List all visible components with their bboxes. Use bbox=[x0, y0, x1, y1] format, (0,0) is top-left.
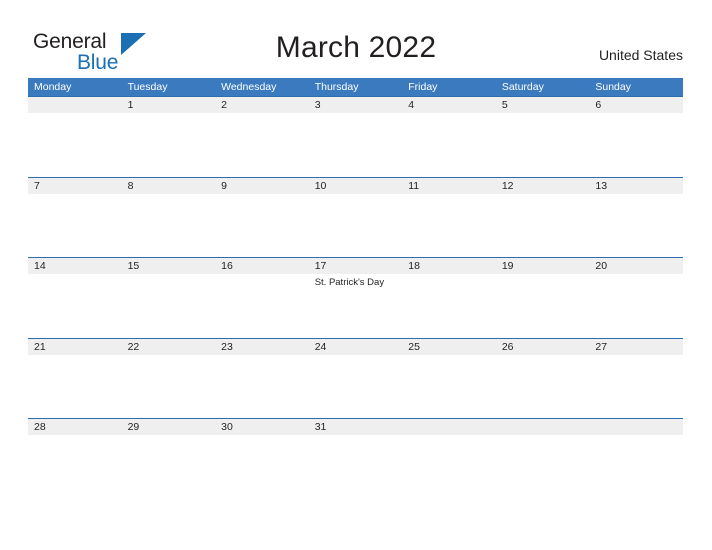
day-number: 25 bbox=[408, 340, 420, 353]
day-cell[interactable]: 20 bbox=[589, 257, 683, 338]
day-number: 18 bbox=[408, 260, 420, 272]
weekday-header-row: Monday Tuesday Wednesday Thursday Friday… bbox=[28, 78, 683, 96]
region-label: United States bbox=[598, 47, 683, 63]
day-number: 16 bbox=[221, 260, 233, 272]
day-cell[interactable]: 19 bbox=[496, 257, 590, 338]
day-number: 29 bbox=[127, 421, 140, 433]
day-number: 11 bbox=[408, 179, 420, 192]
day-number: 5 bbox=[501, 99, 508, 111]
day-number: 4 bbox=[408, 99, 415, 111]
day-cell[interactable]: 30 bbox=[215, 418, 309, 499]
day-cell[interactable] bbox=[496, 418, 590, 499]
day-cell[interactable]: 24 bbox=[309, 338, 403, 419]
day-cell[interactable]: 10 bbox=[309, 177, 403, 258]
day-cell[interactable]: 14 bbox=[28, 257, 122, 338]
day-number: 20 bbox=[595, 260, 608, 272]
day-number: 15 bbox=[127, 260, 140, 272]
week-row: 7 8 9 10 11 12 13 bbox=[28, 176, 683, 258]
day-number: 23 bbox=[221, 340, 233, 353]
day-cell[interactable]: 11 bbox=[402, 177, 496, 258]
day-number bbox=[502, 418, 590, 436]
day-cell[interactable]: 1 bbox=[122, 96, 216, 177]
day-number bbox=[408, 418, 496, 436]
day-cell[interactable]: 13 bbox=[589, 177, 683, 258]
day-cell[interactable] bbox=[589, 418, 683, 499]
day-cell[interactable]: 5 bbox=[496, 96, 590, 177]
day-number: 17 bbox=[314, 260, 327, 272]
day-cell[interactable] bbox=[28, 96, 122, 177]
day-number: 30 bbox=[221, 421, 233, 433]
day-number: 19 bbox=[501, 260, 514, 272]
day-cell[interactable] bbox=[402, 418, 496, 499]
day-cell[interactable]: 17 St. Patrick's Day bbox=[309, 257, 403, 338]
day-number bbox=[34, 96, 122, 114]
day-cell[interactable]: 22 bbox=[122, 338, 216, 419]
day-number: 1 bbox=[127, 99, 134, 111]
day-number bbox=[595, 418, 683, 436]
day-number: 24 bbox=[314, 340, 327, 353]
weekday-header-thursday: Thursday bbox=[314, 81, 359, 93]
day-number: 3 bbox=[314, 99, 321, 111]
week-row: 1 2 3 4 5 6 bbox=[28, 96, 683, 177]
day-number: 13 bbox=[595, 179, 608, 192]
day-number: 2 bbox=[221, 99, 227, 111]
day-number: 6 bbox=[595, 99, 602, 111]
day-cell[interactable]: 23 bbox=[215, 338, 309, 419]
calendar-page: General Blue March 2022 United States Mo… bbox=[0, 0, 712, 550]
day-cell[interactable]: 25 bbox=[402, 338, 496, 419]
day-number: 7 bbox=[34, 179, 40, 192]
day-number: 10 bbox=[314, 179, 327, 192]
weekday-header-tuesday: Tuesday bbox=[127, 81, 168, 93]
weekday-header-wednesday: Wednesday bbox=[221, 81, 277, 93]
day-cell[interactable]: 21 bbox=[28, 338, 122, 419]
day-cell[interactable]: 7 bbox=[28, 177, 122, 258]
day-cell[interactable]: 27 bbox=[589, 338, 683, 419]
weekday-header-friday: Friday bbox=[408, 81, 438, 93]
day-cell[interactable]: 2 bbox=[215, 96, 309, 177]
day-cell[interactable]: 16 bbox=[215, 257, 309, 338]
day-cell[interactable]: 18 bbox=[402, 257, 496, 338]
day-cell[interactable]: 8 bbox=[122, 177, 216, 258]
day-cell[interactable]: 9 bbox=[215, 177, 309, 258]
day-number: 9 bbox=[221, 179, 227, 192]
day-cell[interactable]: 29 bbox=[122, 418, 216, 499]
weekday-header-sunday: Sunday bbox=[595, 81, 631, 93]
day-cell[interactable]: 6 bbox=[589, 96, 683, 177]
day-cell[interactable]: 3 bbox=[309, 96, 403, 177]
calendar-grid: Monday Tuesday Wednesday Thursday Friday… bbox=[28, 78, 683, 499]
day-number: 21 bbox=[34, 340, 46, 353]
day-number: 14 bbox=[34, 260, 46, 272]
weekday-header-monday: Monday bbox=[34, 81, 72, 93]
day-cell[interactable]: 26 bbox=[496, 338, 590, 419]
week-row: 28 29 30 31 bbox=[28, 418, 683, 499]
day-cell[interactable]: 12 bbox=[496, 177, 590, 258]
day-cell[interactable]: 28 bbox=[28, 418, 122, 499]
day-number: 22 bbox=[127, 340, 140, 353]
day-cell[interactable]: 31 bbox=[309, 418, 403, 499]
day-number: 8 bbox=[127, 179, 134, 192]
day-number: 27 bbox=[595, 340, 608, 353]
week-row: 14 15 16 17 St. Patrick's Day 18 19 20 bbox=[28, 257, 683, 338]
day-number: 28 bbox=[34, 421, 46, 433]
weekday-header-saturday: Saturday bbox=[501, 81, 544, 93]
week-row: 21 22 23 24 25 26 27 bbox=[28, 337, 683, 419]
day-number: 31 bbox=[314, 421, 327, 433]
day-number: 26 bbox=[501, 340, 514, 353]
day-number: 12 bbox=[501, 179, 514, 192]
day-cell[interactable]: 15 bbox=[122, 257, 216, 338]
page-header: General Blue March 2022 United States bbox=[0, 0, 712, 78]
day-event: St. Patrick's Day bbox=[314, 277, 385, 288]
day-cell[interactable]: 4 bbox=[402, 96, 496, 177]
